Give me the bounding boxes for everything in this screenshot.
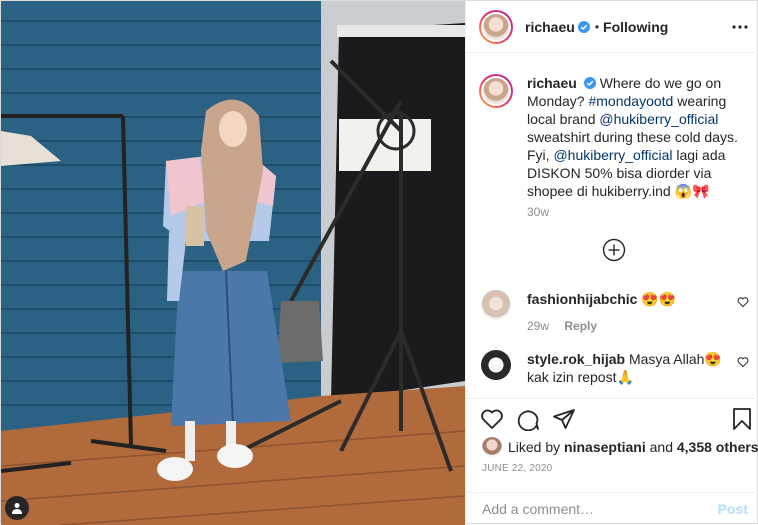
person-tag-icon [12,503,22,514]
share-paper-plane-icon[interactable] [552,407,576,431]
likes-middle: and [649,439,673,455]
post-sidebar: richaeu • Following richaeu Where do we … [465,1,758,525]
comment-input[interactable] [482,501,710,517]
like-heart-icon[interactable] [480,407,504,431]
comment-item: style.rok_hijab Masya Allah😍 kak izin re… [479,350,749,398]
mention-link[interactable]: @hukiberry_official [553,147,672,163]
following-button[interactable]: Following [603,19,668,35]
instagram-post: richaeu • Following richaeu Where do we … [0,0,758,525]
commenter-username[interactable]: fashionhijabchic [527,291,637,307]
commenter-avatar[interactable] [481,350,511,380]
post-header: richaeu • Following [466,1,758,53]
load-more-comments-icon[interactable] [602,238,626,262]
author-avatar-frame [481,11,511,42]
caption-text: richaeu Where do we go on Monday? #monda… [527,74,739,200]
author-avatar-image [483,13,509,40]
tagged-people-button[interactable] [5,496,29,520]
author-avatar[interactable] [479,9,513,44]
post-actions [466,398,758,438]
save-bookmark-icon[interactable] [730,407,754,431]
liker-avatar[interactable] [482,437,502,457]
like-comment-heart-icon[interactable] [737,296,749,308]
comments-section[interactable]: richaeu Where do we go on Monday? #monda… [466,54,758,398]
commenter-avatar[interactable] [481,290,511,320]
likes-count-link[interactable]: 4,358 others [677,439,758,455]
likes-summary: Liked by ninaseptiani and 4,358 others [482,437,758,457]
verified-badge-icon [583,77,596,89]
likes-prefix: Liked by [508,439,561,455]
post-comment-button[interactable]: Post [718,501,748,517]
caption-avatar[interactable] [479,74,513,108]
author-username[interactable]: richaeu [525,19,575,35]
comment-timestamp: 29w [527,319,550,333]
post-photo-image [1,1,465,525]
caption-avatar-image [483,78,509,104]
verified-badge-icon [577,20,590,33]
reply-button[interactable]: Reply [564,319,597,333]
comment-content: 😍😍 [641,291,677,307]
mention-link[interactable]: @hukiberry_official [599,111,718,127]
comment-text: fashionhijabchic 😍😍 [527,290,727,308]
caption-timestamp: 30w [527,205,550,219]
commenter-username[interactable]: style.rok_hijab [527,351,625,367]
caption-username[interactable]: richaeu [527,75,577,91]
header-user-info: richaeu • Following [525,19,668,35]
caption-avatar-frame [481,76,511,106]
post-date[interactable]: JUNE 22, 2020 [482,463,552,474]
comment-text: style.rok_hijab Masya Allah😍 kak izin re… [527,350,727,386]
comment-item: fashionhijabchic 😍😍 29w Reply [479,290,749,340]
more-options-icon[interactable] [730,17,750,37]
liker-username[interactable]: ninaseptiani [564,439,646,455]
like-comment-heart-icon[interactable] [737,356,749,368]
comment-composer: Post [466,492,758,525]
post-photo[interactable] [1,1,465,525]
comment-bubble-icon[interactable] [516,407,540,431]
hashtag-link[interactable]: #mondayootd [588,93,673,109]
comment-meta: 29w Reply [527,319,597,333]
separator-dot: • [594,19,600,34]
